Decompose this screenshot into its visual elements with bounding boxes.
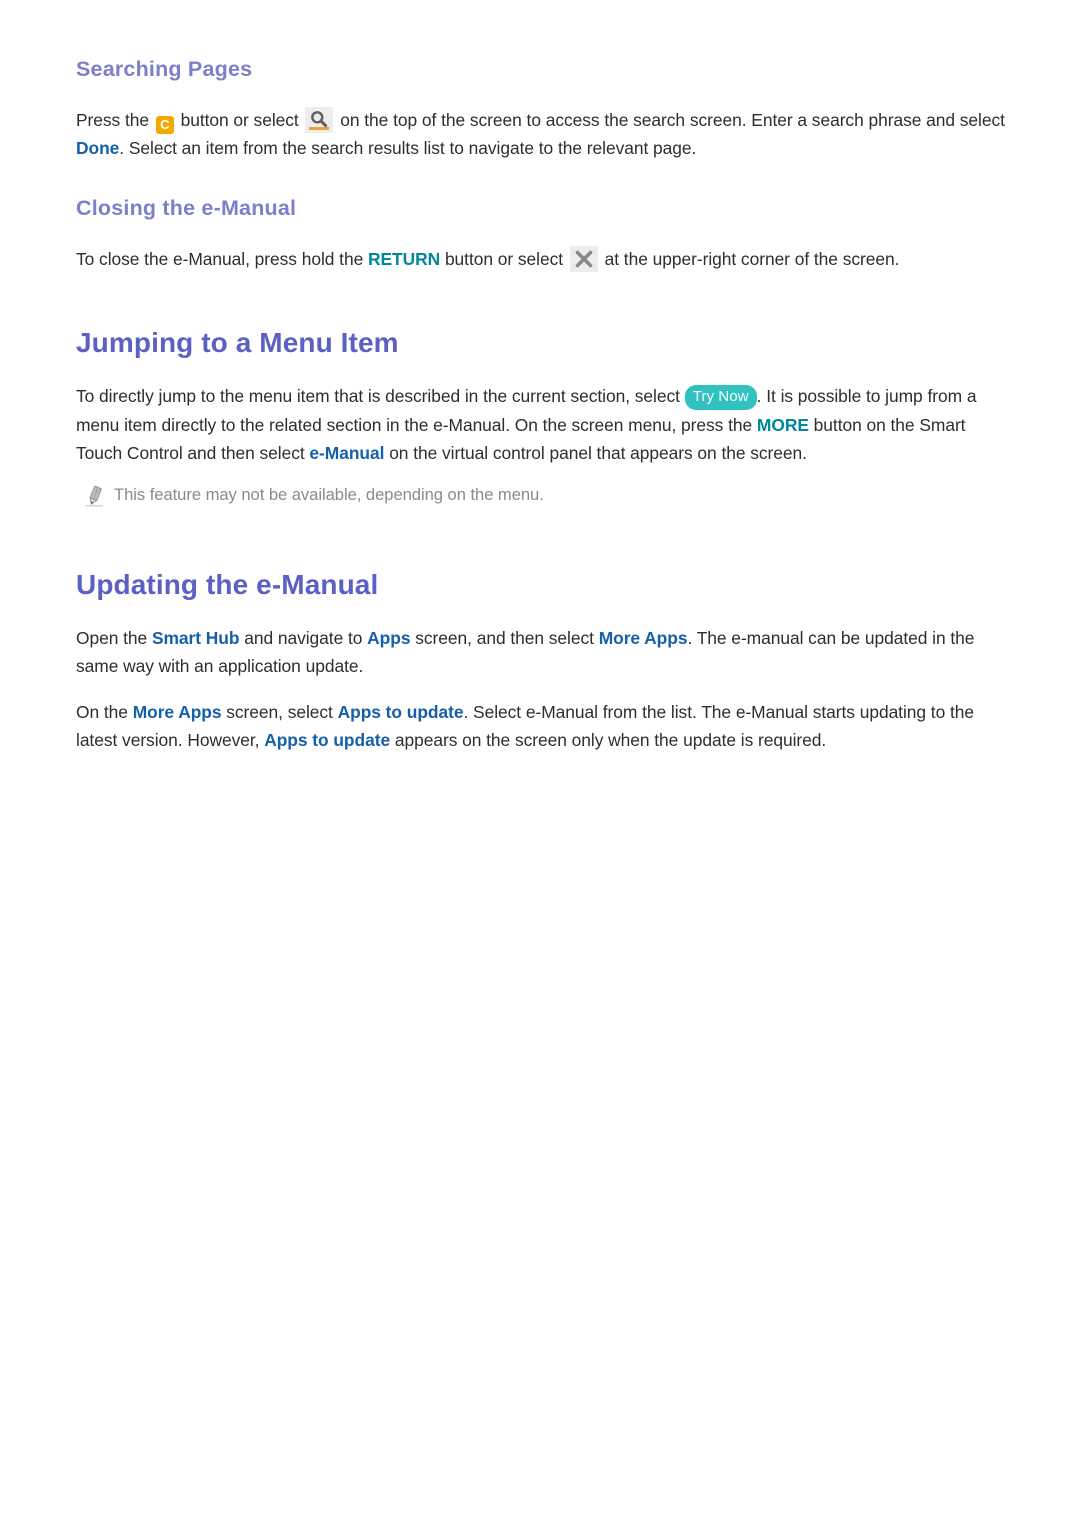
paragraph-closing-the-emanual: To close the e-Manual, press hold the RE…: [76, 245, 1005, 274]
link-more[interactable]: MORE: [757, 415, 809, 435]
text-run: on the virtual control panel that appear…: [384, 443, 807, 464]
link-apps-to-update[interactable]: Apps to update: [264, 730, 390, 750]
pencil-note-icon: [84, 482, 114, 512]
paragraph-updating-the-emanual-2: On the More Apps screen, select Apps to …: [76, 698, 1005, 755]
text-run: on the top of the screen to access the s…: [335, 109, 1005, 130]
text-run: at the upper-right corner of the screen.: [599, 248, 900, 269]
heading-searching-pages: Searching Pages: [76, 57, 253, 81]
try-now-badge[interactable]: Try Now: [684, 385, 757, 410]
text-run: To close the e-Manual, press hold the: [76, 248, 368, 269]
text-run: and navigate to: [239, 627, 368, 648]
link-return[interactable]: RETURN: [368, 249, 440, 269]
heading-updating-the-emanual: Updating the e-Manual: [76, 568, 379, 600]
document-page: Searching Pages Press the C button or se…: [0, 0, 1080, 1527]
heading-closing-the-emanual: Closing the e-Manual: [76, 195, 297, 220]
link-apps-to-update[interactable]: Apps to update: [338, 702, 464, 722]
text-run: button or select: [175, 109, 304, 130]
link-smart-hub[interactable]: Smart Hub: [152, 628, 240, 648]
text-run: appears on the screen only when the upda…: [390, 730, 827, 751]
link-apps[interactable]: Apps: [367, 628, 410, 648]
note-jumping-to-a-menu-item: This feature may not be available, depen…: [76, 482, 1005, 512]
paragraph-jumping-to-a-menu-item: To directly jump to the menu item that i…: [76, 382, 1005, 468]
close-icon[interactable]: [569, 245, 598, 272]
text-run: screen, select: [221, 701, 338, 722]
link-more-apps[interactable]: More Apps: [133, 702, 222, 722]
paragraph-updating-the-emanual-1: Open the Smart Hub and navigate to Apps …: [76, 624, 1005, 681]
text-run: Press the: [76, 109, 154, 130]
heading-jumping-to-a-menu-item: Jumping to a Menu Item: [76, 327, 399, 359]
text-run: button or select: [440, 248, 568, 269]
link-done[interactable]: Done: [76, 138, 119, 158]
link-more-apps[interactable]: More Apps: [599, 628, 688, 648]
color-button-c-icon[interactable]: C: [155, 115, 174, 134]
text-run: To directly jump to the menu item that i…: [76, 386, 685, 407]
paragraph-searching-pages: Press the C button or select on the top …: [76, 106, 1005, 163]
search-icon[interactable]: [305, 106, 334, 133]
text-run: Open the: [76, 627, 152, 648]
search-icon-underline: [309, 126, 330, 130]
text-run: screen, and then select: [410, 627, 599, 648]
link-emanual[interactable]: e-Manual: [309, 443, 384, 463]
text-run: On the: [76, 701, 133, 722]
text-run: . Select an item from the search results…: [119, 138, 697, 159]
note-text: This feature may not be available, depen…: [114, 484, 544, 504]
